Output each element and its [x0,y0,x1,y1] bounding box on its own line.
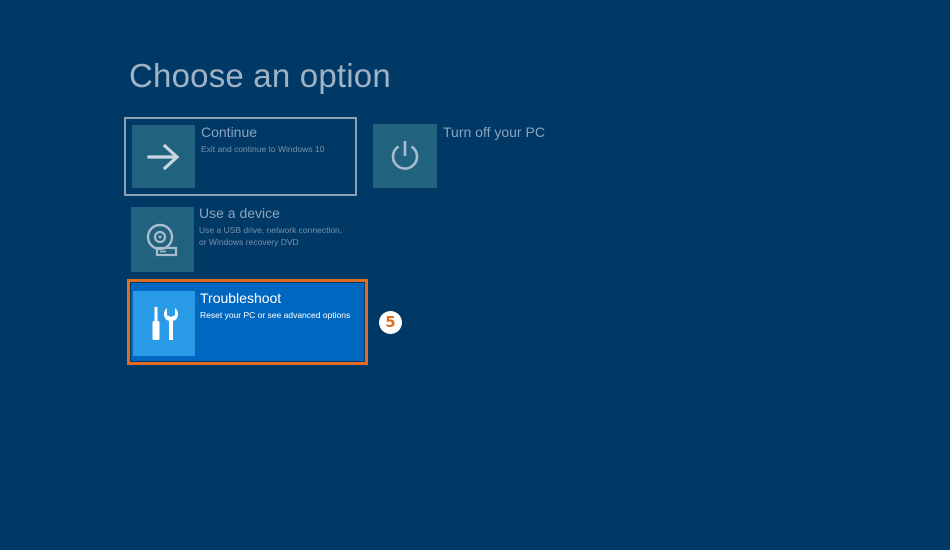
power-icon [391,141,419,170]
troubleshoot-description: Reset your PC or see advanced options [200,310,351,320]
turn-off-icon-tile [373,124,437,188]
turn-off-option[interactable]: Turn off your PC [373,124,573,189]
troubleshoot-option[interactable]: Troubleshoot Reset your PC or see advanc… [127,279,368,365]
page-title: Choose an option [129,57,391,94]
disc-drive-icon [146,223,177,256]
turn-off-label: Turn off your PC [443,124,545,140]
continue-icon-tile [132,125,195,188]
continue-option[interactable]: Continue Exit and continue to Windows 10 [124,117,357,196]
continue-label: Continue [201,124,258,140]
continue-description: Exit and continue to Windows 10 [201,144,325,154]
troubleshoot-icon-tile [133,291,195,356]
use-device-description-line: Use a USB drive, network connection, [199,225,343,235]
step-number-badge: 5 [379,311,402,334]
use-device-icon-tile [131,207,194,272]
use-device-description: Use a USB drive, network connection, or … [199,224,351,248]
use-device-label: Use a device [199,205,280,221]
use-device-option[interactable]: Use a device Use a USB drive, network co… [124,200,357,279]
troubleshoot-label: Troubleshoot [200,290,282,306]
tools-icon [152,306,179,340]
troubleshoot-tile-body[interactable]: Troubleshoot Reset your PC or see advanc… [131,283,364,361]
arrow-right-icon [146,143,179,170]
use-device-description-line: or Windows recovery DVD [199,237,299,247]
